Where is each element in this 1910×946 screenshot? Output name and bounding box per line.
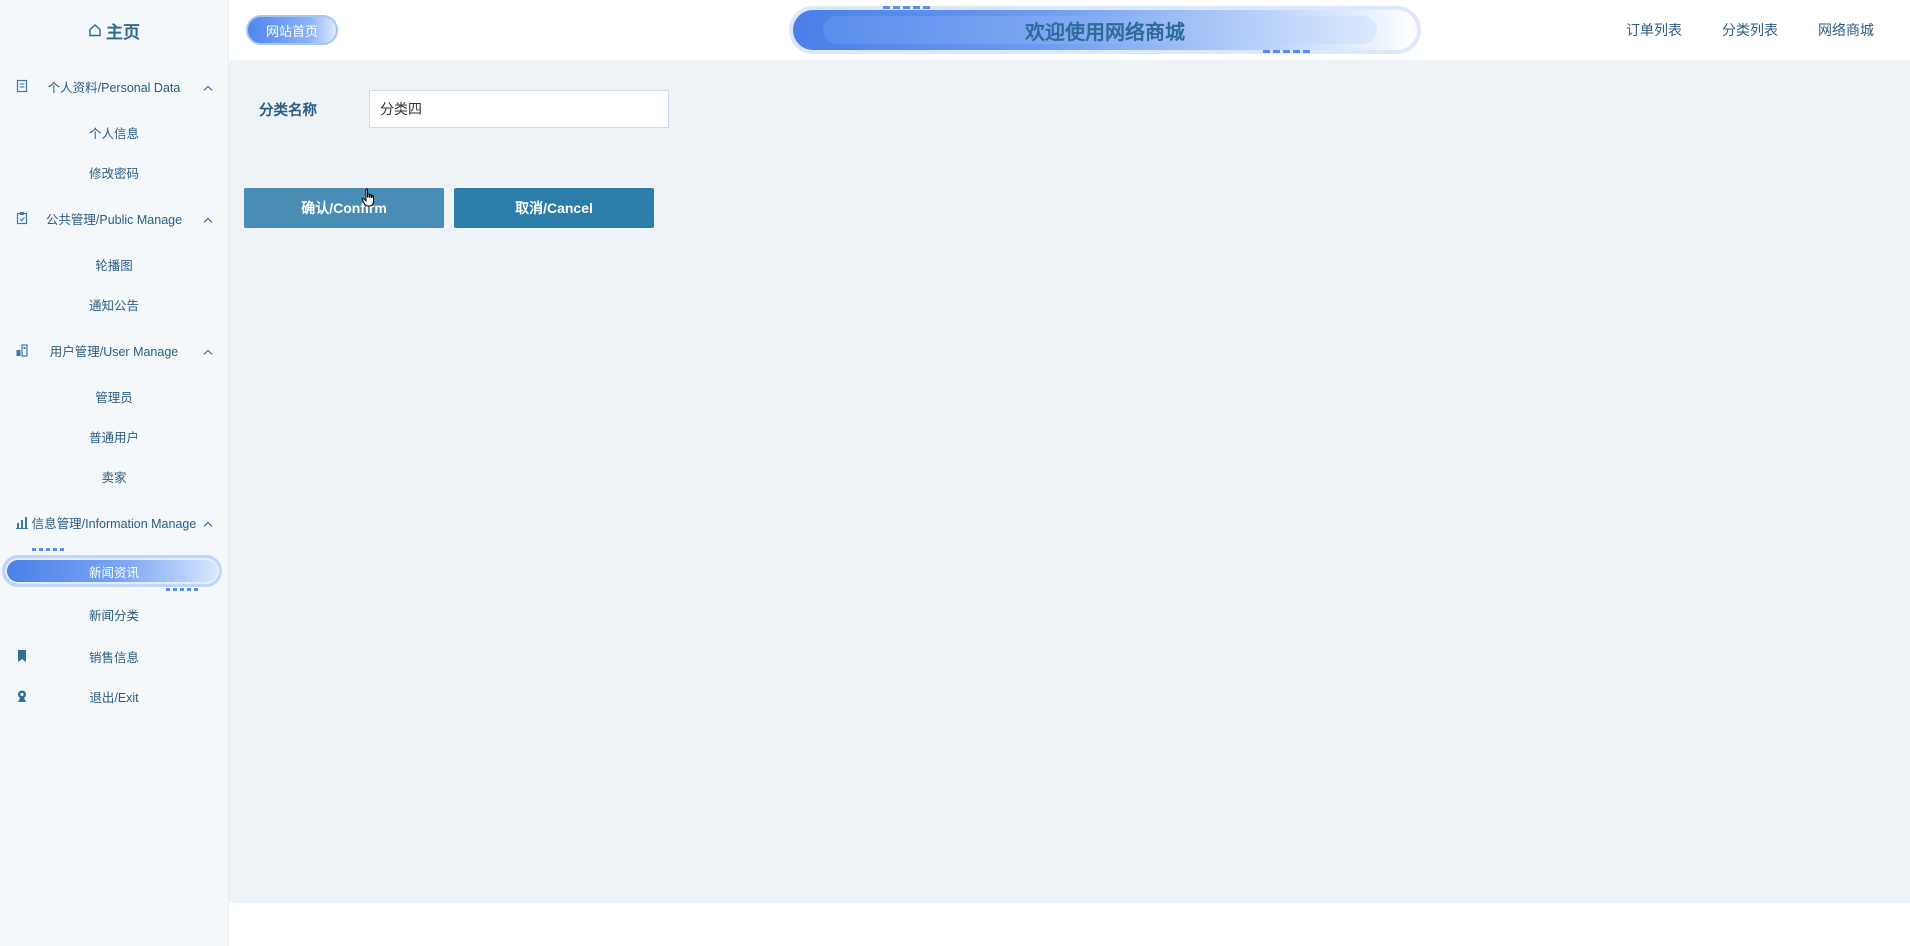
top-nav: 订单列表 分类列表 网络商城 [1626, 0, 1874, 60]
sidebar-item-label: 个人信息 [88, 126, 139, 141]
welcome-banner: 欢迎使用网络商城 [789, 6, 1421, 54]
sidebar-item-label: 管理员 [95, 390, 133, 405]
chevron-up-icon [203, 85, 213, 91]
sidebar-home-label: 主页 [106, 22, 140, 42]
sidebar-item-sales[interactable]: 销售信息 [0, 634, 228, 678]
group-label: 个人资料/Personal Data [47, 80, 181, 95]
sidebar-item-change-password[interactable]: 修改密码 [0, 152, 228, 192]
decor-dashes [166, 588, 198, 591]
topbar: 网站首页 欢迎使用网络商城 订单列表 分类列表 网络商城 [229, 0, 1910, 60]
group-label: 用户管理/User Manage [49, 344, 179, 359]
category-name-row: 分类名称 [259, 90, 669, 128]
sidebar-item-news-category[interactable]: 新闻分类 [0, 594, 228, 634]
sidebar-item-notice[interactable]: 通知公告 [0, 284, 228, 324]
sidebar-item-label: 退出/Exit [89, 690, 139, 705]
website-home-link[interactable]: 网站首页 [246, 15, 338, 45]
sidebar-home[interactable]: 主页 [0, 0, 228, 60]
sidebar-item-regular-user[interactable]: 普通用户 [0, 416, 228, 456]
sidebar-item-label: 轮播图 [95, 258, 133, 273]
clipboard-icon [14, 210, 30, 226]
group-label: 信息管理/Information Manage [31, 516, 197, 531]
decor-dashes [1263, 50, 1310, 53]
sidebar-item-label: 新闻分类 [88, 608, 139, 623]
document-icon [14, 78, 30, 94]
users-building-icon [14, 342, 30, 358]
home-icon [88, 23, 102, 37]
sidebar-item-label: 新闻资讯 [88, 565, 139, 580]
main-content: 分类名称 确认/Confirm 取消/Cancel [229, 60, 1910, 903]
sidebar-group-personal-data[interactable]: 个人资料/Personal Data [0, 60, 228, 112]
confirm-button[interactable]: 确认/Confirm [244, 188, 444, 228]
banner-title: 欢迎使用网络商城 [1025, 21, 1185, 44]
sidebar-group-information-manage[interactable]: 信息管理/Information Manage [0, 496, 228, 548]
decor-dashes [883, 6, 930, 9]
sidebar-item-label: 修改密码 [88, 166, 139, 181]
home-link-label: 网站首页 [265, 23, 318, 39]
bookmark-icon [14, 648, 30, 664]
chevron-up-icon [203, 349, 213, 355]
sidebar-item-label: 通知公告 [88, 298, 139, 313]
nav-online-mall[interactable]: 网络商城 [1818, 20, 1874, 40]
group-label: 公共管理/Public Manage [45, 212, 183, 227]
sidebar-item-personal-info[interactable]: 个人信息 [0, 112, 228, 152]
sidebar-group-user-manage[interactable]: 用户管理/User Manage [0, 324, 228, 376]
sidebar-group-public-manage[interactable]: 公共管理/Public Manage [0, 192, 228, 244]
cancel-button[interactable]: 取消/Cancel [454, 188, 654, 228]
nav-order-list[interactable]: 订单列表 [1626, 20, 1682, 40]
sidebar-item-exit[interactable]: 退出/Exit [0, 678, 228, 714]
sidebar-item-admin[interactable]: 管理员 [0, 376, 228, 416]
chevron-up-icon [203, 521, 213, 527]
sidebar-item-label: 卖家 [101, 470, 127, 485]
decor-dashes [32, 548, 64, 551]
chevron-up-icon [203, 217, 213, 223]
sidebar-item-label: 销售信息 [88, 650, 139, 665]
sidebar-item-label: 普通用户 [88, 430, 139, 445]
sidebar-item-carousel[interactable]: 轮播图 [0, 244, 228, 284]
category-name-input[interactable] [369, 90, 669, 128]
user-badge-icon [14, 688, 30, 704]
sidebar: 主页 个人资料/Personal Data 个人信息 修改密码 公共管理/Pub… [0, 0, 229, 946]
category-name-label: 分类名称 [259, 102, 317, 119]
sidebar-item-seller[interactable]: 卖家 [0, 456, 228, 496]
nav-category-list[interactable]: 分类列表 [1722, 20, 1778, 40]
chart-icon [14, 514, 30, 530]
sidebar-item-news[interactable]: 新闻资讯 [0, 548, 228, 594]
hand-cursor-icon [361, 188, 374, 207]
